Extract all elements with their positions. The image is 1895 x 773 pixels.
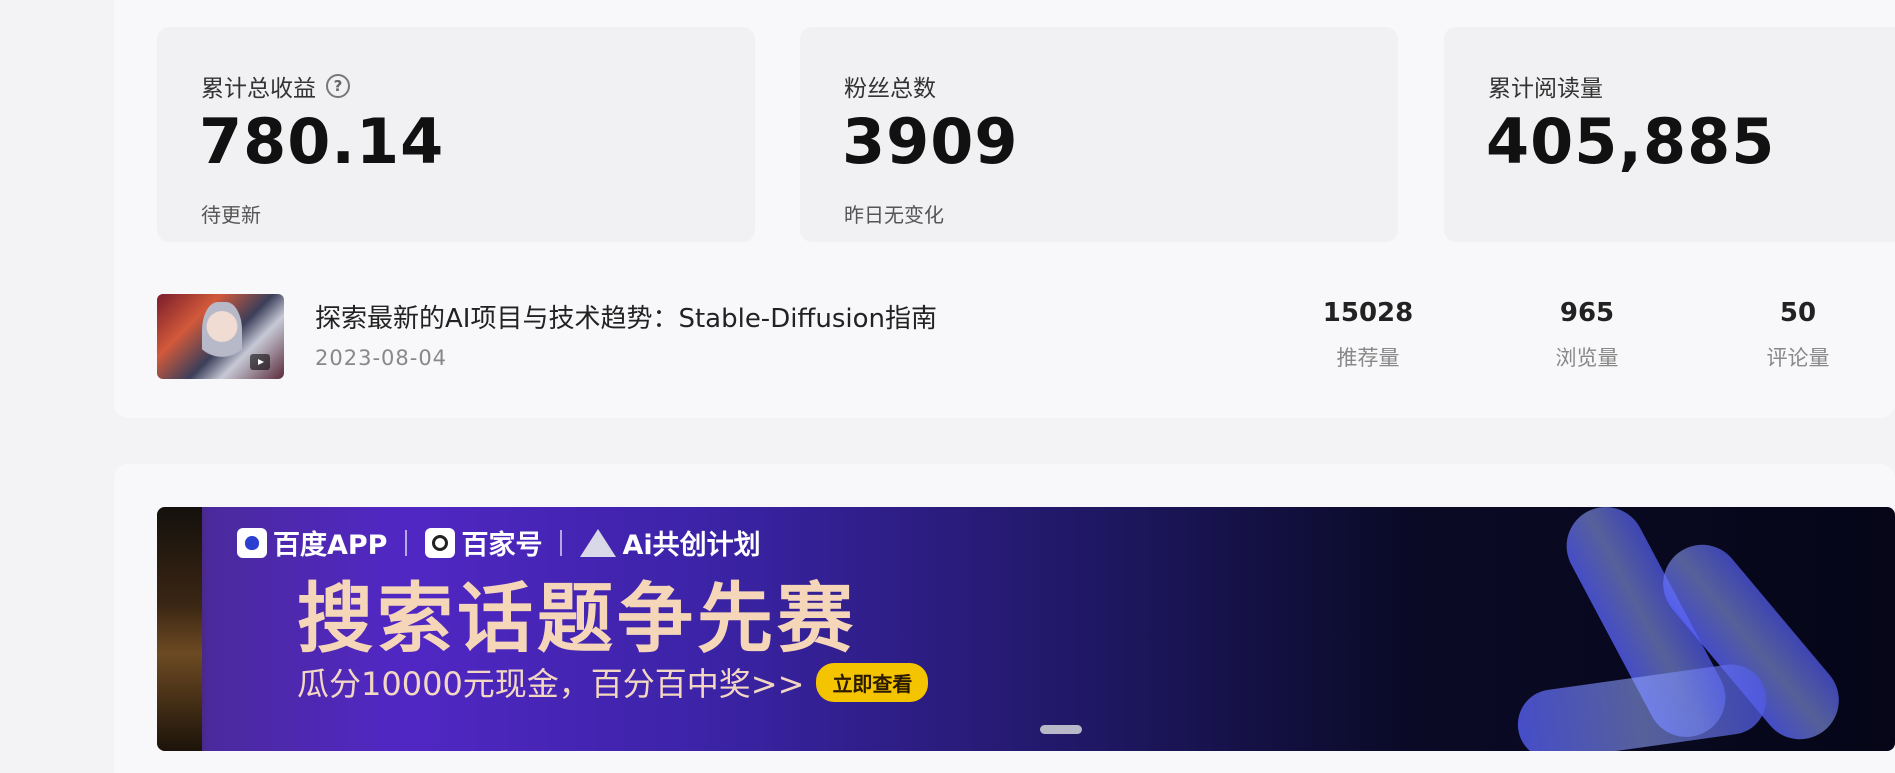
view-now-button[interactable]: 立即查看 — [816, 662, 929, 702]
article-date: 2023-08-04 — [315, 346, 448, 370]
metric-value: 965 — [1559, 298, 1615, 328]
stat-label: 粉丝总数 — [844, 69, 936, 103]
stat-label-text: 累计阅读量 — [1488, 76, 1603, 102]
stat-value: 405,885 — [1486, 105, 1776, 178]
metric-views: 965 浏览量 — [1517, 294, 1657, 372]
metric-label: 评论量 — [1766, 346, 1830, 370]
stat-card-earnings[interactable]: 累计总收益 ? 780.14 待更新 — [157, 27, 755, 242]
stat-sub: 待更新 — [201, 203, 261, 227]
stat-value: 780.14 — [199, 105, 445, 178]
article-thumbnail[interactable] — [157, 294, 284, 379]
stat-label-text: 粉丝总数 — [844, 76, 936, 102]
banner-headline: 搜索话题争先赛 — [297, 574, 857, 663]
banner-subline-text: 瓜分10000元现金，百分百中奖>> — [297, 665, 805, 703]
brand-divider — [560, 529, 563, 556]
stat-label: 累计阅读量 — [1488, 69, 1603, 103]
metric-value: 15028 — [1322, 298, 1414, 328]
banner-subline: 瓜分10000元现金，百分百中奖>> 立即查看 — [297, 659, 929, 705]
metric-comments: 50 评论量 — [1728, 294, 1868, 372]
video-icon — [250, 354, 270, 370]
metric-label: 推荐量 — [1336, 346, 1400, 370]
carousel-indicator[interactable] — [1040, 725, 1082, 734]
article-title[interactable]: 探索最新的AI项目与技术趋势：Stable-Diffusion指南 — [315, 298, 937, 335]
promo-banner[interactable]: 百度APP 百家号 Ai共创计划 搜索话题争先赛 瓜分10000元现金，百分百中… — [157, 507, 1895, 751]
stat-label: 累计总收益 ? — [201, 69, 350, 103]
thumbnail-figure — [202, 302, 242, 372]
help-icon[interactable]: ? — [326, 74, 350, 98]
stat-sub: 昨日无变化 — [844, 203, 944, 227]
article-row[interactable]: 探索最新的AI项目与技术趋势：Stable-Diffusion指南 2023-0… — [157, 294, 1895, 380]
metric-label: 浏览量 — [1555, 346, 1619, 370]
banner-edge-decor — [157, 507, 202, 751]
stat-card-reads[interactable]: 累计阅读量 405,885 — [1444, 27, 1895, 242]
brand-divider — [405, 529, 408, 556]
metric-value: 50 — [1779, 298, 1817, 328]
baijiahao-icon — [425, 527, 456, 558]
stat-card-fans[interactable]: 粉丝总数 3909 昨日无变化 — [800, 27, 1398, 242]
ai-triangle-icon — [580, 528, 617, 557]
baidu-paw-icon — [237, 527, 267, 558]
metric-recommend: 15028 推荐量 — [1298, 294, 1438, 372]
stat-label-text: 累计总收益 — [201, 76, 316, 102]
stat-value: 3909 — [842, 105, 1019, 178]
